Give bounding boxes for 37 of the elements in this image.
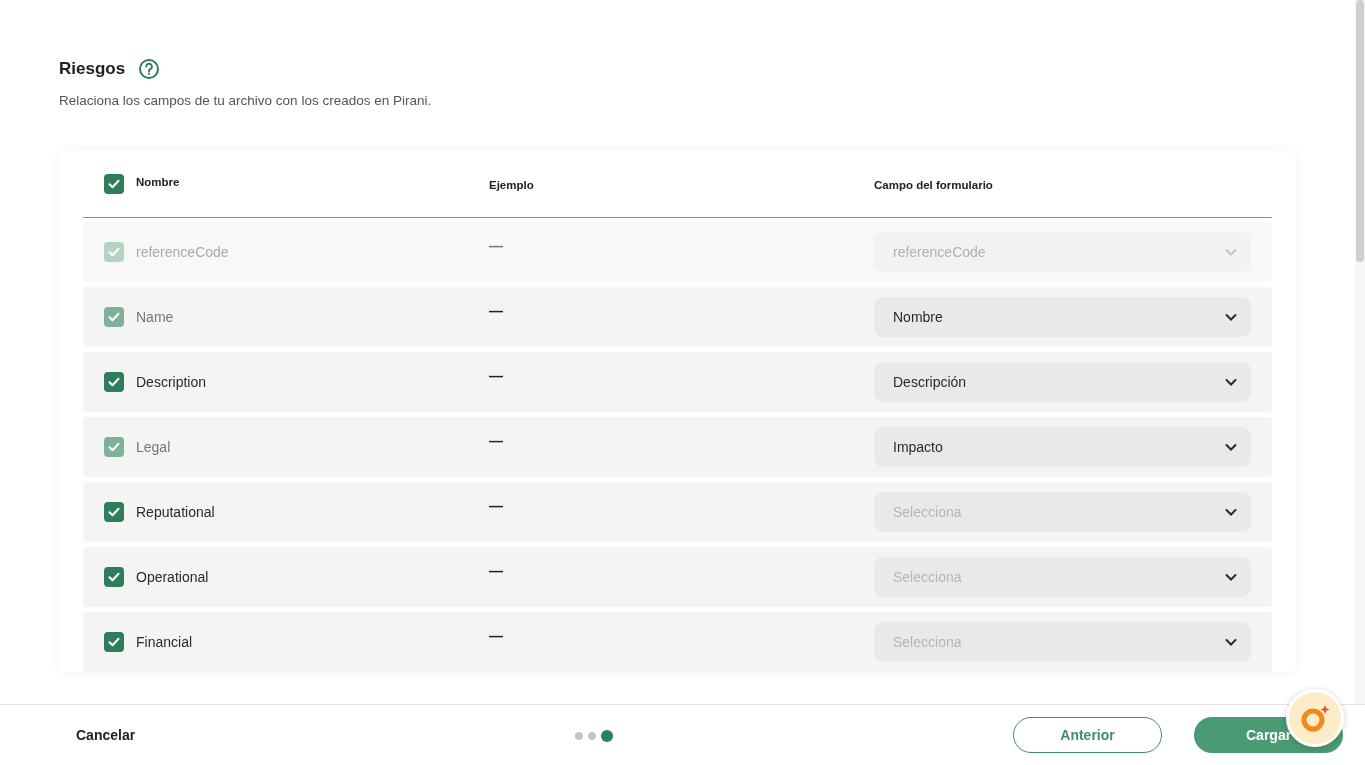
field-name: Financial xyxy=(136,634,193,650)
field-name: Description xyxy=(136,374,207,390)
row-checkbox[interactable] xyxy=(104,567,124,587)
back-button[interactable]: Anterior xyxy=(1013,717,1162,753)
scrollbar[interactable] xyxy=(1355,0,1365,704)
example-value: — xyxy=(489,303,503,319)
field-name: Legal xyxy=(136,439,171,455)
example-value: — xyxy=(489,628,503,644)
example-value: — xyxy=(489,433,503,449)
field-name: Operational xyxy=(136,569,209,585)
example-value: — xyxy=(489,368,503,384)
field-name: referenceCode xyxy=(136,244,229,260)
column-header: Campo del formulario xyxy=(874,179,993,191)
row-checkbox[interactable] xyxy=(104,632,124,652)
row-checkbox[interactable] xyxy=(104,502,124,522)
form-field-select[interactable]: Impacto xyxy=(874,427,1251,467)
check-icon xyxy=(107,635,121,649)
column-header: Ejemplo xyxy=(489,179,534,191)
check-icon xyxy=(107,375,121,389)
example-value: — xyxy=(489,563,503,579)
check-icon xyxy=(107,505,121,519)
example-value: — xyxy=(489,238,503,254)
check-icon xyxy=(107,245,121,259)
example-value: — xyxy=(489,498,503,514)
help-icon[interactable] xyxy=(138,58,161,80)
check-icon xyxy=(107,570,121,584)
field-name: Reputational xyxy=(136,504,215,520)
cancel-button[interactable]: Cancelar xyxy=(66,721,146,749)
form-field-select[interactable]: Nombre xyxy=(874,297,1251,337)
section-title: Riesgos xyxy=(59,59,126,79)
form-field-select[interactable]: Descripción xyxy=(874,362,1251,402)
column-header: Nombre xyxy=(136,176,180,188)
select-all-checkbox[interactable] xyxy=(104,174,124,194)
row-checkbox[interactable] xyxy=(104,372,124,392)
check-icon xyxy=(107,177,121,191)
section-description: Relaciona los campos de tu archivo con los creados en Pirani. xyxy=(59,93,433,108)
field-name: Name xyxy=(136,309,174,325)
